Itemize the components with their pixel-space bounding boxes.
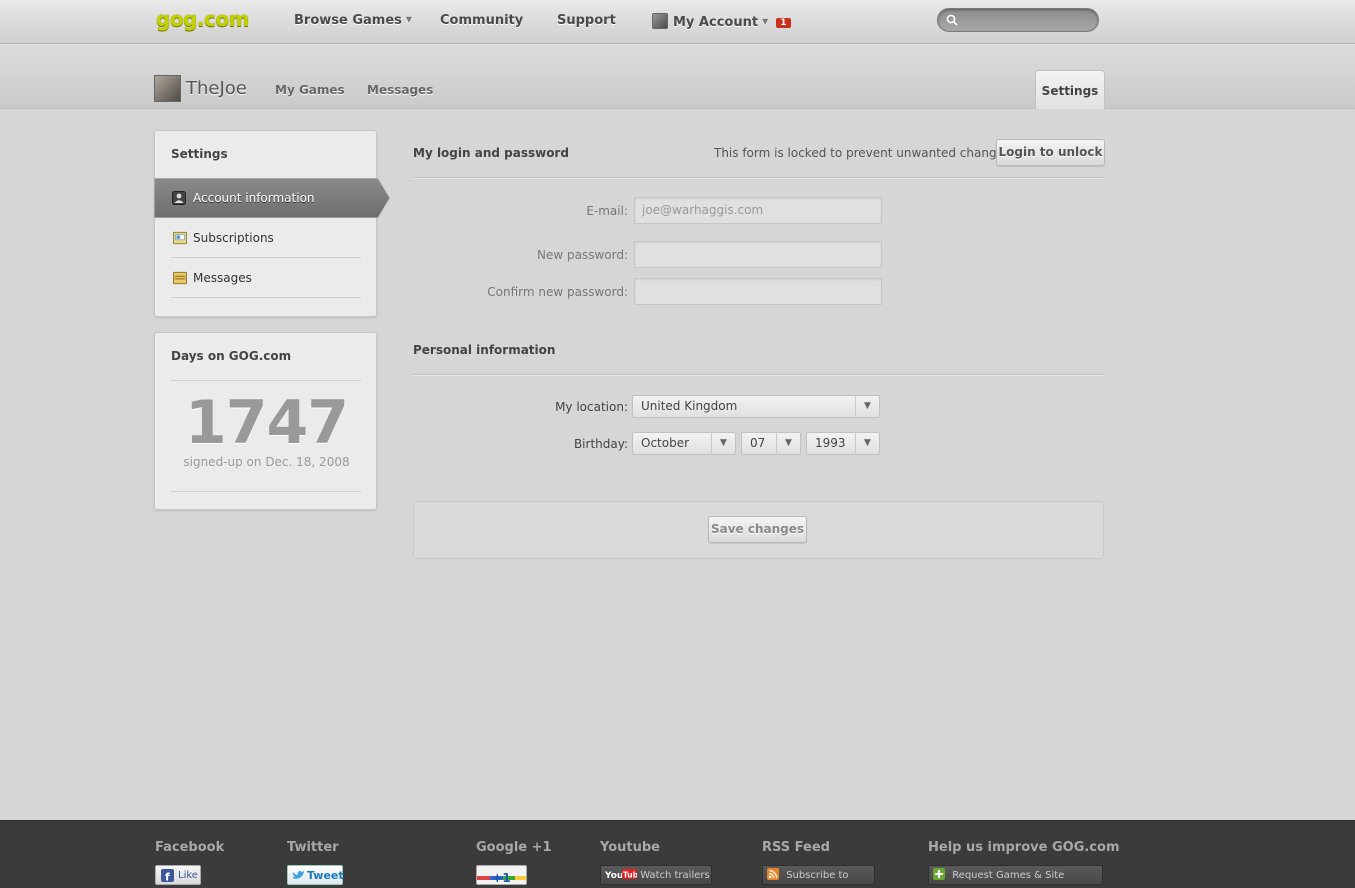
profile-username[interactable]: TheJoe: [186, 78, 247, 99]
tab-messages[interactable]: Messages: [367, 83, 433, 97]
footer-rss-title: RSS Feed: [762, 840, 830, 855]
save-changes-button[interactable]: Save changes: [708, 516, 807, 543]
confirm-password-field[interactable]: [634, 278, 882, 305]
footer-facebook-title: Facebook: [155, 840, 225, 855]
chevron-down-icon: ▼: [405, 15, 413, 24]
confirm-password-label: Confirm new password:: [487, 285, 628, 299]
youtube-logo-icon: You Tube: [604, 869, 643, 881]
tweet-label: Tweet: [307, 869, 344, 882]
new-password-field[interactable]: [634, 241, 882, 268]
location-select[interactable]: United Kingdom ▼: [632, 395, 880, 418]
account-avatar-icon: [652, 13, 668, 29]
sidebar-item-label: Subscriptions: [193, 231, 274, 245]
gog-logo[interactable]: gog.com: [156, 7, 249, 35]
newsletter-icon: [173, 231, 187, 245]
footer-youtube-title: Youtube: [600, 840, 660, 855]
chevron-down-icon: ▼: [762, 17, 769, 26]
footer-help-title: Help us improve GOG.com: [928, 840, 1120, 855]
search-box: [937, 8, 1099, 32]
footer-google-title: Google +1: [476, 840, 552, 855]
facebook-like-label: Like: [178, 870, 198, 881]
svg-text:You: You: [605, 871, 623, 880]
birthday-month-value: October: [641, 436, 690, 450]
footer-twitter-title: Twitter: [287, 840, 339, 855]
signup-date: signed-up on Dec. 18, 2008: [183, 455, 350, 469]
notification-badge[interactable]: 1: [776, 18, 791, 28]
nav-community[interactable]: Community: [440, 13, 523, 28]
profile-avatar[interactable]: [154, 75, 181, 102]
nav-my-account-label: My Account: [673, 15, 759, 30]
profile-bar: TheJoe My Games Messages Settings: [0, 44, 1355, 109]
chevron-down-icon: ▼: [711, 433, 735, 454]
plus-icon: [933, 868, 945, 880]
birthday-label: Birthday:: [573, 437, 628, 451]
birthday-day-value: 07: [750, 436, 766, 450]
twitter-bird-icon: [292, 871, 304, 879]
birthday-day-select[interactable]: 07 ▼: [741, 432, 801, 455]
location-label: My location:: [555, 400, 628, 414]
divider: [171, 491, 361, 492]
google-plus-one-button[interactable]: +1: [476, 865, 527, 885]
settings-panel-title: Settings: [171, 147, 228, 161]
chevron-down-icon: ▼: [855, 396, 879, 417]
user-icon: [172, 191, 186, 205]
envelope-icon: [173, 271, 187, 285]
personal-section-title: Personal information: [413, 343, 556, 357]
nav-my-account[interactable]: My Account ▼ 1: [652, 13, 791, 30]
youtube-button-label: Watch trailers: [640, 870, 710, 881]
tab-settings[interactable]: Settings: [1035, 70, 1105, 109]
tab-my-games[interactable]: My Games: [275, 83, 345, 97]
new-password-label: New password:: [536, 248, 628, 262]
days-panel-title: Days on GOG.com: [171, 349, 292, 363]
chevron-down-icon: ▼: [776, 433, 800, 454]
birthday-year-select[interactable]: 1993 ▼: [806, 432, 880, 455]
email-label: E-mail:: [586, 204, 628, 218]
search-input[interactable]: [962, 11, 1092, 29]
login-to-unlock-button[interactable]: Login to unlock: [996, 139, 1105, 166]
request-features-label: Request Games & Site features: [952, 870, 1065, 881]
facebook-icon: f: [161, 869, 174, 882]
google-plus-one-label: +1: [492, 871, 511, 885]
lock-note: This form is locked to prevent unwanted …: [714, 146, 1015, 160]
youtube-watch-trailers-button[interactable]: You Tube Watch trailers: [600, 865, 712, 885]
facebook-like-button[interactable]: f Like: [155, 865, 201, 885]
nav-support[interactable]: Support: [557, 13, 616, 28]
request-features-button[interactable]: Request Games & Site features: [928, 865, 1103, 885]
location-value: United Kingdom: [641, 399, 738, 413]
chevron-down-icon: ▼: [855, 433, 879, 454]
search-icon: [946, 14, 958, 26]
email-field[interactable]: joe@warhaggis.com: [634, 197, 882, 224]
rss-icon: [767, 868, 779, 880]
svg-text:f: f: [165, 871, 170, 883]
birthday-year-value: 1993: [815, 436, 846, 450]
sidebar-item-label: Account information: [193, 191, 315, 205]
top-navigation-bar: gog.com Browse Games ▼ Community Support …: [0, 0, 1355, 44]
tweet-button[interactable]: Tweet: [287, 865, 344, 885]
login-section-title: My login and password: [413, 146, 569, 160]
footer: Facebook Twitter Google +1 Youtube RSS F…: [0, 820, 1355, 888]
section-divider: [413, 374, 1104, 375]
sidebar-item-label: Messages: [193, 271, 252, 285]
svg-text:Tube: Tube: [623, 871, 637, 880]
birthday-month-select[interactable]: October ▼: [632, 432, 736, 455]
nav-browse-games-label: Browse Games: [294, 13, 402, 28]
rss-subscribe-button[interactable]: Subscribe to news: [762, 865, 875, 885]
rss-button-label: Subscribe to news: [786, 870, 849, 881]
section-divider: [413, 177, 1104, 178]
divider: [171, 380, 361, 381]
nav-browse-games[interactable]: Browse Games ▼: [294, 13, 412, 28]
days-panel: Days on GOG.com 1747 signed-up on Dec. 1…: [154, 332, 377, 510]
google-color-stripe: [477, 866, 526, 880]
